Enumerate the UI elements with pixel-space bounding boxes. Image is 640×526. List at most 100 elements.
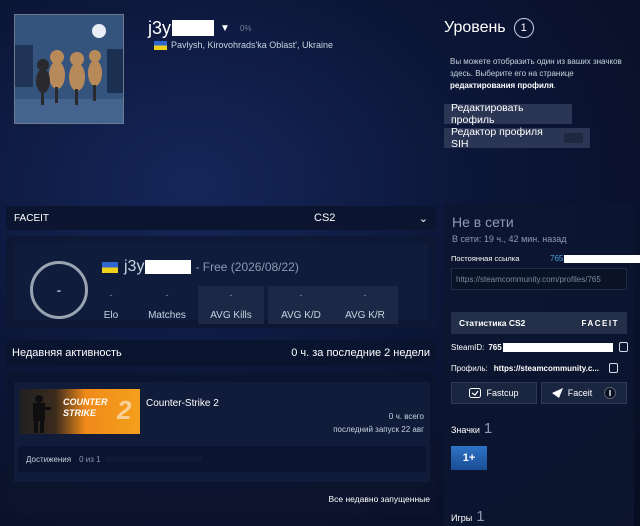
profile-url-row: Профиль: https://steamcommunity.c... bbox=[451, 363, 618, 373]
stat-value: - bbox=[229, 290, 233, 300]
level-title: Уровень bbox=[444, 19, 506, 36]
stat-avg-kd: - AVG K/D bbox=[268, 286, 334, 324]
stat-label: Elo bbox=[103, 310, 119, 321]
faceit-card: - j3y - Free (2026/08/22) - Elo - Matche… bbox=[6, 236, 436, 328]
faceit-circle-icon bbox=[604, 387, 617, 399]
stat-matches: - Matches bbox=[134, 286, 200, 324]
avatar-image bbox=[15, 15, 123, 123]
logo-line1: COUNTER bbox=[63, 397, 108, 407]
logo-number: 2 bbox=[117, 395, 132, 425]
achievements-label: Достижения bbox=[26, 454, 72, 464]
stat-value: - bbox=[109, 290, 113, 300]
cs2-stats-label: Статистика CS2 bbox=[459, 318, 526, 328]
stat-value: - bbox=[165, 290, 169, 300]
games-label: Игры bbox=[451, 513, 473, 523]
permalink-label: Постоянная ссылка bbox=[451, 254, 520, 263]
stat-label: AVG Kills bbox=[210, 310, 252, 321]
permalink-id[interactable]: 765 bbox=[550, 254, 640, 263]
edit-profile-button[interactable]: Редактировать профиль bbox=[444, 102, 572, 126]
badge-tile-text: 1+ bbox=[462, 452, 476, 464]
steamid-row: SteamID: 765 bbox=[451, 342, 628, 352]
steamid-value: 765 bbox=[488, 342, 502, 352]
steamid-redaction bbox=[502, 342, 613, 352]
faceit-icon bbox=[551, 388, 563, 398]
badges-label: Значки bbox=[451, 425, 480, 435]
permalink-url: https://steamcommunity.com/profiles/765 bbox=[456, 275, 601, 284]
name-redaction bbox=[172, 20, 215, 36]
achievements-count: 0 из 1 bbox=[79, 454, 101, 464]
ukraine-flag-icon bbox=[154, 40, 167, 50]
edit-profile-label: Редактировать профиль bbox=[451, 102, 524, 126]
all-recent-link[interactable]: Все недавно запущенные bbox=[240, 494, 430, 504]
stat-value: - bbox=[363, 290, 367, 300]
ukraine-flag-icon bbox=[102, 261, 118, 273]
stat-avg-kr: - AVG K/R bbox=[332, 286, 398, 324]
game-total-hours: 0 ч. всего bbox=[388, 412, 424, 421]
chevron-down-icon[interactable]: ▼ bbox=[220, 23, 230, 34]
faceit-label: FACEIT bbox=[14, 212, 50, 224]
soldier-icon bbox=[33, 395, 51, 433]
fastcup-button[interactable]: Fastcup bbox=[451, 382, 537, 404]
game-capsule-image[interactable]: COUNTER STRIKE 2 bbox=[19, 389, 140, 434]
edit-profile-link[interactable]: редактирования профиля bbox=[450, 81, 554, 90]
name-redaction bbox=[145, 260, 192, 274]
level-badge: 1 bbox=[513, 18, 534, 38]
avatar[interactable] bbox=[14, 14, 124, 124]
sih-logo-icon bbox=[563, 133, 583, 143]
location-text: Pavlysh, Kirovohrads'ka Oblast', Ukraine bbox=[171, 40, 334, 50]
sih-editor-label: Редактор профиля SIH bbox=[451, 126, 543, 150]
stat-label: AVG K/R bbox=[345, 310, 385, 321]
badge-years-icon[interactable]: 1+ bbox=[451, 446, 487, 470]
profile-label: Профиль: bbox=[451, 363, 488, 373]
achievements-row[interactable]: Достижения 0 из 1 bbox=[18, 446, 426, 472]
faceit-button[interactable]: Faceit bbox=[541, 382, 627, 404]
stat-avg-kills: - AVG Kills bbox=[198, 286, 264, 324]
copy-icon[interactable] bbox=[618, 342, 628, 352]
stat-label: Matches bbox=[148, 310, 186, 321]
id-redaction bbox=[564, 254, 640, 263]
faceit-player-name[interactable]: j3y bbox=[124, 258, 144, 276]
level-text-lead: Вы можете отобразить один из ваших значк… bbox=[450, 57, 622, 78]
location: Pavlysh, Kirovohrads'ka Oblast', Ukraine bbox=[154, 40, 333, 50]
level-description: Вы можете отобразить один из ваших значк… bbox=[450, 56, 628, 92]
recent-activity-hours: 0 ч. за последние 2 недели bbox=[291, 347, 430, 359]
profile-completion: 0% bbox=[239, 23, 252, 33]
last-online: В сети: 19 ч., 42 мин. назад bbox=[452, 234, 567, 244]
recent-activity-header: Недавняя активность 0 ч. за последние 2 … bbox=[6, 340, 436, 366]
faceit-player: j3y - Free (2026/08/22) bbox=[102, 258, 299, 276]
game-logo-text: COUNTER STRIKE bbox=[63, 397, 108, 419]
games-count: 1 bbox=[476, 508, 485, 525]
chevron-down-icon: ⌄ bbox=[418, 212, 428, 225]
faceit-logo: FACEIT bbox=[581, 318, 619, 328]
persona-name: j3y bbox=[148, 17, 172, 38]
badges-count: 1 bbox=[483, 420, 493, 437]
recent-activity-title: Недавняя активность bbox=[12, 347, 122, 359]
logo-line2: STRIKE bbox=[63, 408, 97, 418]
game-title-link[interactable]: Counter-Strike 2 bbox=[146, 398, 219, 409]
faceit-card-inner: - j3y - Free (2026/08/22) - Elo - Matche… bbox=[14, 244, 428, 324]
faceit-account: - Free (2026/08/22) bbox=[195, 260, 299, 274]
stat-value: - bbox=[299, 290, 303, 300]
online-status: Не в сети bbox=[452, 214, 514, 230]
level-text-tail: . bbox=[553, 81, 556, 90]
permalink-id-text: 765 bbox=[550, 254, 564, 263]
steamid-label: SteamID: bbox=[451, 342, 485, 352]
badges-header[interactable]: Значки 1 bbox=[451, 420, 492, 437]
faceit-btn-label: Faceit bbox=[567, 388, 593, 398]
game-select[interactable]: CS2 ⌄ bbox=[314, 212, 428, 225]
faceit-level-value: - bbox=[56, 282, 62, 298]
game-last-launch: последний запуск 22 авг bbox=[333, 425, 424, 434]
copy-icon[interactable] bbox=[608, 363, 618, 373]
persona-name-row: j3y ▼ 0% bbox=[148, 17, 251, 39]
game-select-value: CS2 bbox=[314, 211, 336, 224]
level-header: Уровень 1 bbox=[444, 18, 534, 38]
sih-editor-button[interactable]: Редактор профиля SIH bbox=[444, 126, 590, 150]
fastcup-icon bbox=[469, 388, 482, 398]
profile-url: https://steamcommunity.c... bbox=[493, 363, 599, 373]
achievements-progress-bar bbox=[104, 456, 203, 462]
games-header[interactable]: Игры 1 bbox=[451, 508, 485, 525]
permalink-url-field[interactable]: https://steamcommunity.com/profiles/765 bbox=[451, 268, 627, 290]
faceit-header: FACEIT CS2 ⌄ bbox=[6, 206, 436, 230]
cs2-stats-button[interactable]: Статистика CS2 FACEIT bbox=[451, 312, 627, 334]
fastcup-label: Fastcup bbox=[486, 388, 519, 398]
